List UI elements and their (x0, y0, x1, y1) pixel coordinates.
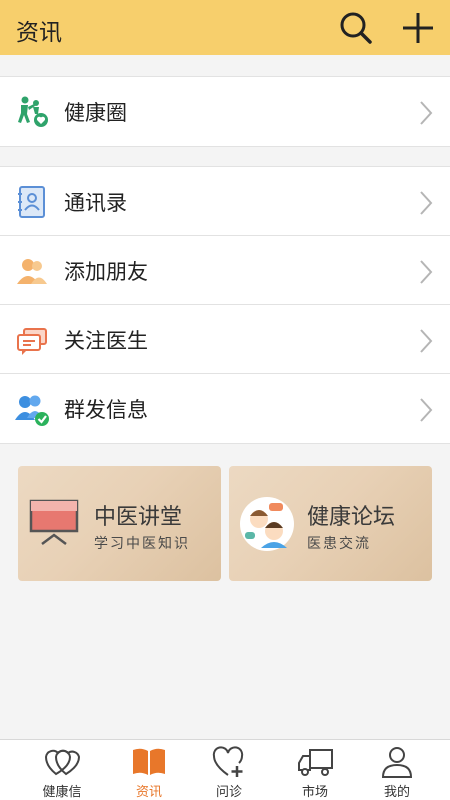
search-icon[interactable] (338, 10, 374, 46)
menu-item-health-circle[interactable]: 健康圈 (0, 77, 450, 146)
tab-label: 问诊 (215, 785, 242, 800)
menu-item-add-friend[interactable]: 添加朋友 (0, 236, 450, 305)
menu-item-follow-doctor[interactable]: 关注医生 (0, 305, 450, 374)
tab-label: 市场 (301, 785, 328, 800)
menu-item-label: 添加朋友 (64, 260, 148, 284)
menu-item-contacts[interactable]: 通讯录 (0, 167, 450, 236)
chevron-right-icon (420, 191, 433, 215)
tab-health-letter[interactable]: 健康信 (17, 740, 107, 800)
tab-news[interactable]: 资讯 (104, 740, 194, 800)
card-subtitle: 医患交流 (307, 536, 371, 552)
tab-market[interactable]: 市场 (270, 740, 360, 800)
tv-icon (29, 499, 79, 545)
follow-doctor-icon (17, 328, 47, 355)
person-icon (381, 747, 413, 778)
card-title: 健康论坛 (307, 505, 396, 530)
health-circle-icon (18, 96, 48, 127)
menu-item-label: 群发信息 (64, 398, 148, 422)
menu-group-health: 健康圈 (0, 76, 450, 147)
menu-item-label: 通讯录 (64, 191, 127, 215)
menu-item-group-message[interactable]: 群发信息 (0, 374, 450, 443)
card-tcm-lecture[interactable]: 中医讲堂 学习中医知识 (18, 466, 221, 581)
heart-icon (44, 749, 80, 776)
card-title: 中医讲堂 (94, 505, 183, 530)
chevron-right-icon (420, 260, 433, 284)
heart-plus-icon (212, 746, 244, 777)
menu-group-contacts: 通讯录 添加朋友 关注医生 群发信息 (0, 166, 450, 444)
tab-label: 我的 (383, 785, 410, 800)
top-bar: 资讯 (0, 0, 450, 55)
add-friend-icon (17, 259, 47, 284)
group-message-icon (15, 395, 49, 426)
contacts-icon (18, 186, 45, 218)
plus-icon[interactable] (400, 10, 436, 46)
menu-item-label: 健康圈 (64, 101, 127, 125)
chevron-right-icon (420, 398, 433, 422)
feature-cards: 中医讲堂 学习中医知识 健康论坛 医患交流 (18, 466, 432, 581)
doctor-patient-icon (240, 497, 294, 551)
tab-label: 健康信 (42, 785, 82, 800)
card-subtitle: 学习中医知识 (94, 536, 190, 552)
chevron-right-icon (420, 101, 433, 125)
bottom-tab-bar: 健康信 资讯 问诊 市场 我的 (0, 739, 450, 800)
page-title: 资讯 (16, 20, 62, 46)
book-icon (133, 748, 165, 775)
tab-consult[interactable]: 问诊 (184, 740, 274, 800)
menu-item-label: 关注医生 (64, 329, 148, 353)
card-health-forum[interactable]: 健康论坛 医患交流 (229, 466, 432, 581)
tab-me[interactable]: 我的 (352, 740, 442, 800)
tab-label: 资讯 (135, 785, 162, 800)
truck-icon (298, 749, 333, 776)
chevron-right-icon (420, 329, 433, 353)
